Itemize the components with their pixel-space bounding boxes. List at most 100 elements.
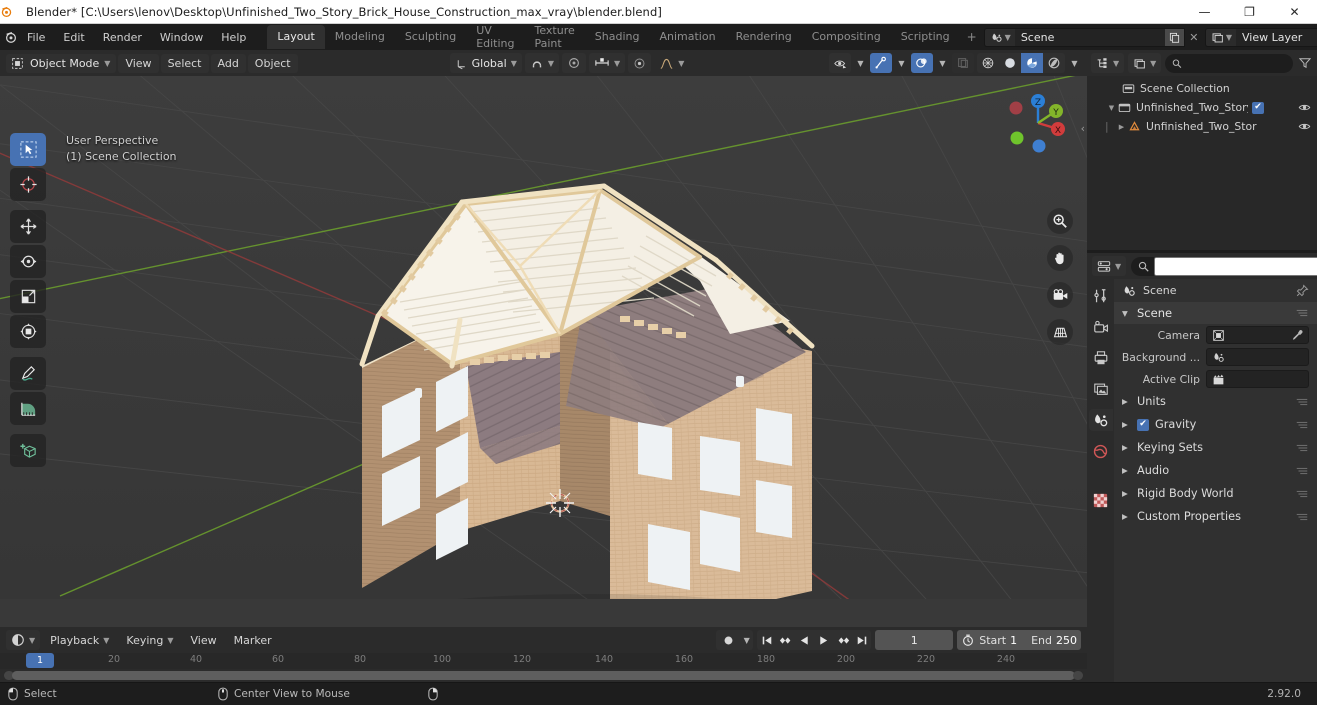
properties-tab-tool[interactable] <box>1089 285 1113 307</box>
unlink-scene-button[interactable]: ✕ <box>1185 28 1203 47</box>
viewport-menu-view[interactable]: View <box>118 53 159 73</box>
outliner-row-collection[interactable]: ▼ Unfinished_Two_Story_Br ✔ <box>1087 98 1317 117</box>
new-scene-button[interactable] <box>1164 27 1185 47</box>
eyedropper-icon[interactable] <box>1291 329 1304 342</box>
properties-tab-texture[interactable] <box>1089 489 1113 511</box>
properties-tab-output[interactable] <box>1089 347 1113 369</box>
jump-to-previous-keyframe-button[interactable] <box>776 630 795 650</box>
shading-material-preview-button[interactable] <box>1021 53 1043 73</box>
section-rigid-body-world[interactable]: ▶ Rigid Body World <box>1114 482 1317 505</box>
properties-search-input[interactable] <box>1154 256 1317 276</box>
background-scene-field[interactable] <box>1206 348 1309 366</box>
collection-checkbox[interactable]: ✔ <box>1252 101 1264 114</box>
menu-edit[interactable]: Edit <box>54 28 93 47</box>
menu-help[interactable]: Help <box>212 28 255 47</box>
properties-tab-render[interactable] <box>1089 316 1113 338</box>
transform-orientation-dropdown[interactable]: Global ▼ <box>449 53 522 73</box>
tab-animation[interactable]: Animation <box>649 25 725 49</box>
section-units[interactable]: ▶ Units <box>1114 390 1317 413</box>
add-workspace-button[interactable]: + <box>960 27 984 47</box>
shading-dropdown-caret[interactable]: ▼ <box>1068 53 1081 73</box>
maximize-button[interactable]: ❐ <box>1227 0 1272 24</box>
transform-tool[interactable] <box>10 315 46 348</box>
properties-tab-scene[interactable] <box>1088 409 1113 431</box>
menu-file[interactable]: File <box>18 28 54 47</box>
viewport-canvas[interactable]: User Perspective (1) Scene Collection Y … <box>0 76 1087 627</box>
shading-wireframe-button[interactable] <box>977 53 999 73</box>
properties-tab-world[interactable] <box>1089 440 1113 462</box>
xray-toggle[interactable] <box>952 53 974 73</box>
tweak-select-tool[interactable] <box>10 133 46 166</box>
start-frame-value[interactable]: 1 <box>1010 634 1017 647</box>
view-layer-selector[interactable]: ▼ View Layer ✕ <box>1204 27 1317 47</box>
collection-visibility-eye-icon[interactable] <box>1298 101 1311 114</box>
auto-keying-group[interactable]: ▼ <box>716 630 754 650</box>
section-audio[interactable]: ▶ Audio <box>1114 459 1317 482</box>
outliner-search-input[interactable] <box>1186 57 1286 69</box>
tab-layout[interactable]: Layout <box>267 25 325 49</box>
tab-modeling[interactable]: Modeling <box>325 25 395 49</box>
outliner-display-mode-dropdown[interactable]: ▼ <box>1128 53 1162 73</box>
overlays-dropdown-caret[interactable]: ▼ <box>936 53 949 73</box>
add-cube-tool[interactable] <box>10 434 46 467</box>
editor-type-dropdown[interactable]: ▼ <box>6 630 41 650</box>
minimize-button[interactable]: — <box>1182 0 1227 24</box>
properties-search-box[interactable] <box>1131 256 1317 276</box>
viewport-menu-object[interactable]: Object <box>247 53 298 73</box>
tab-rendering[interactable]: Rendering <box>726 25 802 49</box>
outliner-row-scene-collection[interactable]: Scene Collection <box>1087 79 1317 98</box>
proportional-editing-objects-toggle[interactable] <box>628 53 652 73</box>
end-frame-value[interactable]: 250 <box>1056 634 1077 647</box>
3d-viewport[interactable]: Object Mode ▼ View Select Add Object Glo… <box>0 50 1087 627</box>
jump-to-end-button[interactable] <box>852 630 871 650</box>
timeline-scrollbar[interactable] <box>4 671 1083 680</box>
collection-disclosure-triangle[interactable]: ▼ <box>1105 104 1118 112</box>
pan-hand-icon[interactable] <box>1047 245 1073 271</box>
visibility-dropdown-caret[interactable]: ▼ <box>854 53 867 73</box>
visibility-selectability-icon[interactable] <box>829 53 851 73</box>
viewport-menu-select[interactable]: Select <box>160 53 209 73</box>
auto-keying-caret[interactable]: ▼ <box>740 630 753 650</box>
scene-panel-header[interactable]: ▼ Scene <box>1114 302 1317 324</box>
tab-compositing[interactable]: Compositing <box>802 25 891 49</box>
frame-range-controls[interactable]: Start 1 End 250 <box>957 630 1081 650</box>
outliner-editor-type-dropdown[interactable]: ▼ <box>1091 53 1125 73</box>
sidebar-toggle-arrow[interactable]: ‹ <box>1081 122 1085 135</box>
proportional-edit-toggle[interactable] <box>562 53 587 73</box>
section-custom-properties[interactable]: ▶ Custom Properties <box>1114 505 1317 528</box>
object-mode-dropdown[interactable]: Object Mode ▼ <box>6 53 117 73</box>
camera-view-icon[interactable] <box>1047 282 1073 308</box>
play-reverse-button[interactable] <box>795 630 814 650</box>
pin-icon[interactable] <box>1296 284 1309 297</box>
current-frame-field[interactable]: 1 <box>875 630 954 650</box>
timeline-menu-view[interactable]: View <box>184 631 224 650</box>
snap-increment-dropdown[interactable]: ▼ <box>589 53 626 73</box>
scene-icon[interactable]: ▼ <box>983 27 1015 47</box>
annotate-tool[interactable] <box>10 357 46 390</box>
view-layer-name-field[interactable]: View Layer <box>1235 27 1317 47</box>
scene-name-field[interactable]: Scene <box>1014 27 1165 47</box>
menu-window[interactable]: Window <box>151 28 212 47</box>
blender-menu-icon[interactable] <box>4 30 18 44</box>
falloff-curve-dropdown[interactable]: ▼ <box>654 53 689 73</box>
object-disclosure-triangle[interactable]: ▶ <box>1115 123 1128 131</box>
timeline-playhead[interactable]: 1 <box>26 653 54 668</box>
outliner-row-object[interactable]: | ▶ Unfinished_Two_Stor <box>1087 117 1317 136</box>
outliner-search-box[interactable] <box>1165 53 1293 73</box>
close-button[interactable]: ✕ <box>1272 0 1317 24</box>
object-visibility-eye-icon[interactable] <box>1298 120 1311 133</box>
tab-sculpting[interactable]: Sculpting <box>395 25 466 49</box>
play-button[interactable] <box>814 630 833 650</box>
properties-tab-view-layer[interactable] <box>1089 378 1113 400</box>
view-layer-icon[interactable]: ▼ <box>1204 27 1236 47</box>
scene-selector[interactable]: ▼ Scene ✕ <box>983 27 1203 47</box>
move-tool[interactable] <box>10 210 46 243</box>
timeline-menu-playback[interactable]: Playback ▼ <box>43 631 116 650</box>
navigation-gizmo[interactable]: Y X Z <box>1001 86 1075 160</box>
shading-rendered-button[interactable] <box>1043 53 1065 73</box>
rotate-tool[interactable] <box>10 245 46 278</box>
outliner-filter-icon[interactable] <box>1297 57 1313 69</box>
viewport-menu-add[interactable]: Add <box>210 53 246 73</box>
show-overlays-toggle[interactable] <box>911 53 933 73</box>
measure-tool[interactable] <box>10 392 46 425</box>
